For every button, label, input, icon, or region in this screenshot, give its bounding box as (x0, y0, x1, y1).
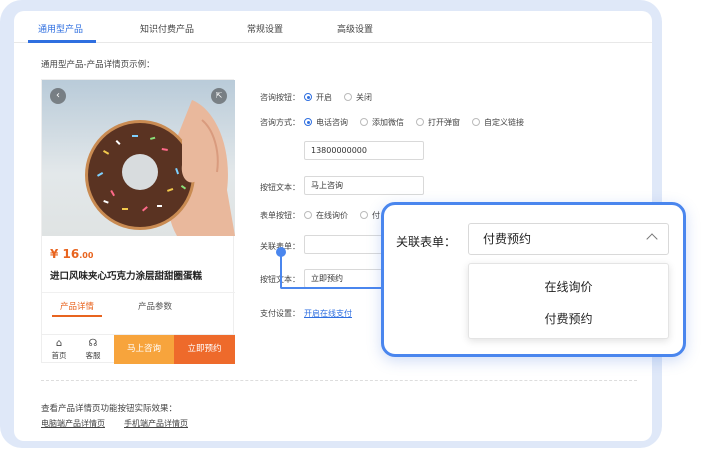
tab-advanced-settings[interactable]: 高级设置 (337, 22, 373, 35)
dropdown-option-online-inquiry[interactable]: 在线询价 (469, 278, 668, 295)
divider (41, 380, 637, 381)
mobile-detail-link[interactable]: 手机端产品详情页 (124, 418, 188, 429)
product-price: ¥ 16.00 (50, 247, 93, 261)
linked-form-dropdown[interactable]: 付费预约 (468, 223, 669, 255)
service-label: 客服 (85, 351, 101, 360)
radio-label: 打开弹窗 (428, 118, 460, 127)
consult-method-label: 咨询方式： (260, 118, 300, 127)
product-image: ‹ ⇱ (42, 80, 235, 236)
product-tab-bar: 产品详情 产品参数 (42, 292, 235, 317)
example-label: 通用型产品-产品详情页示例： (41, 60, 155, 70)
active-tab-indicator (28, 40, 96, 43)
radio-consult-on[interactable]: 开启 (304, 92, 332, 103)
tab-bar: 通用型产品 知识付费产品 常规设置 高级设置 (14, 11, 652, 43)
product-tab-indicator (52, 315, 102, 317)
button-text-input[interactable]: 马上咨询 (304, 176, 424, 195)
home-label: 首页 (51, 351, 67, 360)
radio-label: 关闭 (356, 93, 372, 102)
back-icon[interactable]: ‹ (50, 88, 66, 104)
price-symbol: ¥ (50, 247, 59, 261)
radio-phone-consult[interactable]: 电话咨询 (304, 117, 348, 128)
callout-connector (280, 251, 381, 289)
tab-regular-settings[interactable]: 常规设置 (247, 22, 283, 35)
radio-label: 付 (372, 211, 380, 220)
price-decimal: .00 (79, 251, 94, 260)
dropdown-selected-value: 付费预约 (483, 232, 532, 246)
home-nav[interactable]: ⌂ 首页 (48, 338, 70, 361)
radio-label: 在线询价 (316, 211, 348, 220)
chevron-up-icon (646, 233, 658, 245)
service-nav[interactable]: ☊ 客服 (82, 338, 104, 361)
price-integer: 16 (62, 247, 80, 261)
payment-label: 支付设置： (260, 309, 300, 318)
pc-detail-link[interactable]: 电脑端产品详情页 (41, 418, 105, 429)
radio-online-inquiry[interactable]: 在线询价 (304, 210, 348, 221)
product-bottom-bar: ⌂ 首页 ☊ 客服 马上咨询 立即预约 (42, 334, 235, 364)
home-icon: ⌂ (55, 338, 63, 349)
radio-label: 开启 (316, 93, 332, 102)
tab-product-params[interactable]: 产品参数 (138, 300, 172, 312)
bottom-title: 查看产品详情页功能按钮实际效果： (41, 404, 178, 414)
consult-button-label: 咨询按钮： (260, 93, 300, 102)
form-button-label: 表单按钮： (260, 211, 300, 220)
radio-open-popup[interactable]: 打开弹窗 (416, 117, 460, 128)
enable-online-payment-link[interactable]: 开启在线支付 (304, 308, 352, 319)
tab-knowledge-product[interactable]: 知识付费产品 (140, 22, 194, 35)
product-preview: ‹ ⇱ ¥ 16.00 进口风味夹心巧克力涂层甜甜圈蛋糕 产品详情 产品参数 ⌂… (41, 79, 235, 364)
product-name: 进口风味夹心巧克力涂层甜甜圈蛋糕 (50, 271, 203, 282)
radio-paid-booking[interactable]: 付 (360, 210, 380, 221)
dropdown-option-paid-booking[interactable]: 付费预约 (469, 310, 668, 327)
consult-button[interactable]: 马上咨询 (114, 335, 174, 364)
tab-product-detail[interactable]: 产品详情 (60, 300, 94, 312)
book-button[interactable]: 立即预约 (174, 335, 235, 364)
phone-input[interactable]: 13800000000 (304, 141, 424, 160)
radio-label: 自定义链接 (484, 118, 524, 127)
dropdown-menu: 在线询价 付费预约 (468, 263, 669, 339)
overlay-label: 关联表单： (396, 235, 457, 249)
tab-general-product[interactable]: 通用型产品 (38, 22, 83, 35)
callout-dot (276, 247, 286, 257)
button-text-label: 按钮文本： (260, 183, 300, 192)
radio-custom-link[interactable]: 自定义链接 (472, 117, 524, 128)
radio-label: 电话咨询 (316, 118, 348, 127)
radio-label: 添加微信 (372, 118, 404, 127)
linked-form-zoom-callout: 关联表单： 付费预约 在线询价 付费预约 (381, 202, 686, 357)
share-icon[interactable]: ⇱ (211, 88, 227, 104)
radio-add-wechat[interactable]: 添加微信 (360, 117, 404, 128)
headset-icon: ☊ (88, 338, 98, 349)
radio-consult-off[interactable]: 关闭 (344, 92, 372, 103)
donut-illustration (85, 100, 235, 236)
